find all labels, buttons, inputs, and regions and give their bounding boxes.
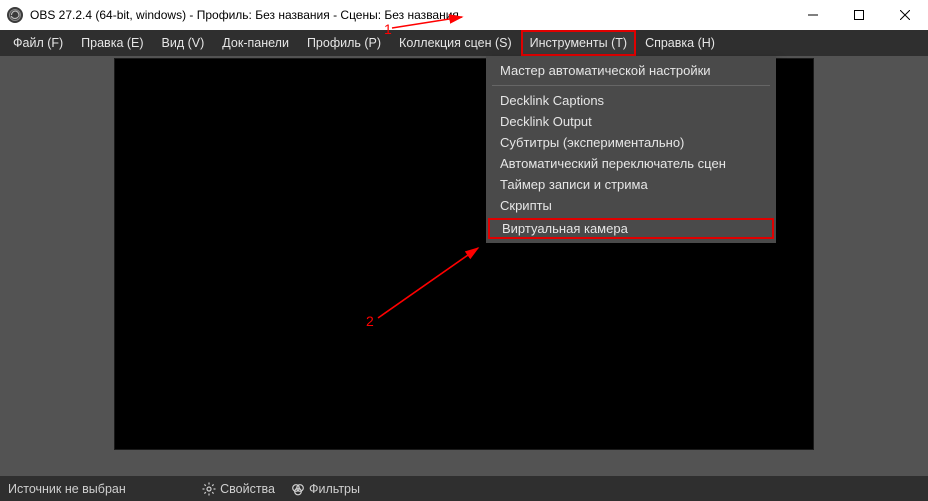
tools-item-autoconfig[interactable]: Мастер автоматической настройки: [486, 60, 776, 81]
tools-dropdown: Мастер автоматической настройки Decklink…: [486, 56, 776, 243]
window-title: OBS 27.2.4 (64-bit, windows) - Профиль: …: [30, 8, 459, 22]
menu-profile[interactable]: Профиль (P): [298, 30, 390, 56]
window-controls: [790, 0, 928, 30]
tools-item-scripts[interactable]: Скрипты: [486, 195, 776, 216]
minimize-button[interactable]: [790, 0, 836, 30]
close-button[interactable]: [882, 0, 928, 30]
menu-file[interactable]: Файл (F): [4, 30, 72, 56]
filters-button[interactable]: Фильтры: [283, 476, 368, 501]
menu-view[interactable]: Вид (V): [153, 30, 214, 56]
tools-item-virtual-camera[interactable]: Виртуальная камера: [488, 218, 774, 239]
statusbar: Источник не выбран Свойства Фильтры: [0, 476, 928, 501]
obs-app-icon: [7, 7, 23, 23]
tools-item-decklink-output[interactable]: Decklink Output: [486, 111, 776, 132]
dropdown-separator: [492, 85, 770, 86]
tools-item-decklink-captions[interactable]: Decklink Captions: [486, 90, 776, 111]
properties-label: Свойства: [220, 482, 275, 496]
tools-item-timer[interactable]: Таймер записи и стрима: [486, 174, 776, 195]
menu-help[interactable]: Справка (H): [636, 30, 724, 56]
menubar: Файл (F) Правка (E) Вид (V) Док-панели П…: [0, 30, 928, 56]
preview-area: [0, 56, 928, 476]
menu-edit[interactable]: Правка (E): [72, 30, 152, 56]
maximize-button[interactable]: [836, 0, 882, 30]
tools-item-subtitles[interactable]: Субтитры (экспериментально): [486, 132, 776, 153]
filters-label: Фильтры: [309, 482, 360, 496]
tools-item-auto-scene-switch[interactable]: Автоматический переключатель сцен: [486, 153, 776, 174]
window-titlebar: OBS 27.2.4 (64-bit, windows) - Профиль: …: [0, 0, 928, 30]
status-source-none: Источник не выбран: [0, 482, 126, 496]
filters-icon: [291, 482, 305, 496]
menu-dock[interactable]: Док-панели: [213, 30, 298, 56]
properties-button[interactable]: Свойства: [194, 476, 283, 501]
menu-scenes[interactable]: Коллекция сцен (S): [390, 30, 521, 56]
gear-icon: [202, 482, 216, 496]
menu-tools[interactable]: Инструменты (T): [521, 30, 636, 56]
